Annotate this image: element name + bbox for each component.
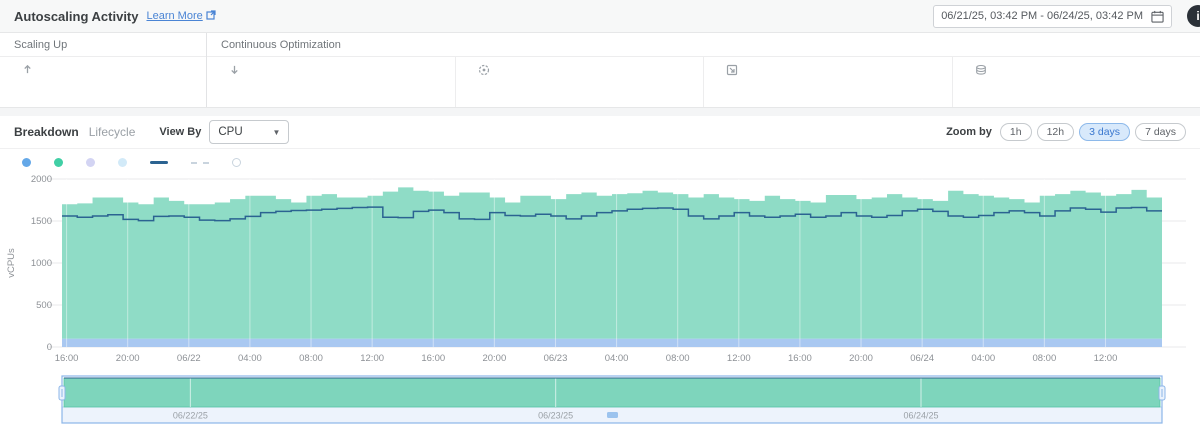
view-by-value: CPU — [218, 126, 242, 138]
metric-revert-commitments — [952, 57, 1200, 107]
scale-down-icon — [229, 64, 240, 75]
x-axis-tick-label: 20:00 — [116, 353, 140, 364]
chevron-down-icon: ▼ — [272, 128, 280, 137]
chart-legend — [0, 149, 1200, 169]
section-divider — [0, 108, 1200, 116]
calendar-icon[interactable] — [1151, 10, 1164, 23]
brush-center-grip[interactable] — [607, 412, 618, 418]
x-axis-tick-label: 20:00 — [849, 353, 873, 364]
spot-area-series — [62, 187, 1162, 338]
y-axis-tick-label: 2000 — [31, 174, 52, 185]
brush-date-label: 06/24/25 — [903, 411, 938, 421]
x-axis-tick-label: 06/23 — [544, 353, 568, 364]
info-icon[interactable]: i — [1187, 5, 1200, 27]
revert-commitments-icon — [975, 64, 987, 76]
legend-item-savings-plan[interactable] — [118, 158, 132, 167]
main-chart[interactable]: 0 500 1000 1500 2000 vCPUs 16:00 20:00 06/22 04:0… — [0, 169, 1200, 369]
zoom-by-label: Zoom by — [946, 126, 992, 138]
metric-title-row — [229, 64, 455, 75]
revert-lower-cost-icon — [726, 64, 738, 76]
group-continuous-optimization-header: Continuous Optimization — [207, 33, 1200, 57]
regular-area-series — [62, 339, 1162, 347]
tab-lifecycle[interactable]: Lifecycle — [89, 125, 136, 139]
metric-revert-lower-cost — [703, 57, 952, 107]
x-axis-tick-label: 04:00 — [971, 353, 995, 364]
y-axis-title: vCPUs — [6, 248, 17, 278]
date-range-picker[interactable]: 06/21/25, 03:42 PM - 06/24/25, 03:42 PM — [933, 5, 1172, 28]
zoom-option-3-days[interactable]: 3 days — [1079, 123, 1130, 141]
x-axis-tick-label: 12:00 — [1094, 353, 1118, 364]
view-by-label: View By — [159, 126, 201, 138]
x-axis-tick-label: 06/24 — [910, 353, 934, 364]
brush-handle-left[interactable] — [59, 386, 65, 400]
metric-revert-spots — [455, 57, 704, 107]
y-axis-tick-label: 0 — [47, 342, 52, 353]
zoom-option-1h[interactable]: 1h — [1000, 123, 1032, 141]
y-axis-tick-label: 500 — [36, 300, 52, 311]
info-glyph: i — [1196, 9, 1199, 23]
metric-title-row — [22, 64, 206, 75]
x-axis-tick-label: 06/22 — [177, 353, 201, 364]
legend-swatch-line — [150, 161, 168, 164]
learn-more-link[interactable]: Learn More — [146, 10, 202, 22]
brush-date-label: 06/23/25 — [538, 411, 573, 421]
date-range-value: 06/21/25, 03:42 PM - 06/24/25, 03:42 PM — [941, 10, 1143, 22]
x-axis-tick-label: 08:00 — [299, 353, 323, 364]
metric-title-row — [726, 64, 952, 76]
page-header: Autoscaling Activity Learn More 06/21/25… — [0, 0, 1200, 32]
x-axis-tick-label: 12:00 — [727, 353, 751, 364]
legend-item-spot[interactable] — [54, 158, 68, 167]
group-continuous-optimization: Continuous Optimization — [207, 33, 1200, 107]
metric-title-row — [478, 64, 704, 76]
legend-item-autoscaling-event[interactable] — [232, 158, 246, 167]
legend-swatch-dot — [54, 158, 63, 167]
overview-brush-chart[interactable]: 06/22/25 06/23/25 06/24/25 — [0, 374, 1200, 430]
zoom-by-group: Zoom by 1h 12h3 days 7 days — [946, 123, 1186, 141]
legend-swatch-dot — [22, 158, 31, 167]
scaling-stats-panel: Scaling Up Continuous Optimization — [0, 32, 1200, 108]
mini-spot-area — [64, 378, 1160, 407]
tab-breakdown[interactable]: Breakdown — [14, 125, 79, 139]
brush-date-label: 06/22/25 — [173, 411, 208, 421]
legend-swatch-dot — [86, 158, 95, 167]
chart-card: Breakdown Lifecycle View By CPU ▼ Zoom b… — [0, 116, 1200, 435]
scale-up-icon — [22, 64, 33, 75]
legend-swatch-dashed-line — [191, 162, 209, 164]
legend-item-regular[interactable] — [22, 158, 36, 167]
revert-spots-icon — [478, 64, 490, 76]
y-axis-tick-label: 1000 — [31, 258, 52, 269]
zoom-option-7-days[interactable]: 7 days — [1135, 123, 1186, 141]
x-axis-tick-label: 12:00 — [360, 353, 384, 364]
zoom-option-12h[interactable]: 12h — [1037, 123, 1075, 141]
view-by-select[interactable]: CPU ▼ — [209, 120, 289, 144]
x-axis-tick-label: 08:00 — [666, 353, 690, 364]
y-axis-tick-label: 1500 — [31, 216, 52, 227]
group-scaling-up-header: Scaling Up — [0, 33, 206, 57]
chart-controls: Breakdown Lifecycle View By CPU ▼ Zoom b… — [0, 116, 1200, 149]
x-axis-tick-label: 04:00 — [605, 353, 629, 364]
x-axis-tick-label: 04:00 — [238, 353, 262, 364]
legend-item-reserved[interactable] — [86, 158, 100, 167]
external-link-icon — [206, 7, 216, 25]
legend-swatch-dot — [118, 158, 127, 167]
x-axis-tick-label: 08:00 — [1032, 353, 1056, 364]
x-axis-tick-label: 16:00 — [421, 353, 445, 364]
x-axis-tick-label: 16:00 — [55, 353, 79, 364]
group-scaling-up: Scaling Up — [0, 33, 207, 107]
x-axis-tick-label: 20:00 — [482, 353, 506, 364]
brush-handle-right[interactable] — [1159, 386, 1165, 400]
metric-title-row — [975, 64, 1200, 76]
x-axis-tick-label: 16:00 — [788, 353, 812, 364]
metric-scale-down — [207, 57, 455, 107]
legend-swatch-circle — [232, 158, 241, 167]
metric-scale-up — [0, 57, 206, 107]
page-title: Autoscaling Activity — [14, 9, 138, 24]
legend-item-workload-request[interactable] — [150, 161, 173, 164]
legend-item-workload-with-headroom[interactable] — [191, 162, 214, 164]
